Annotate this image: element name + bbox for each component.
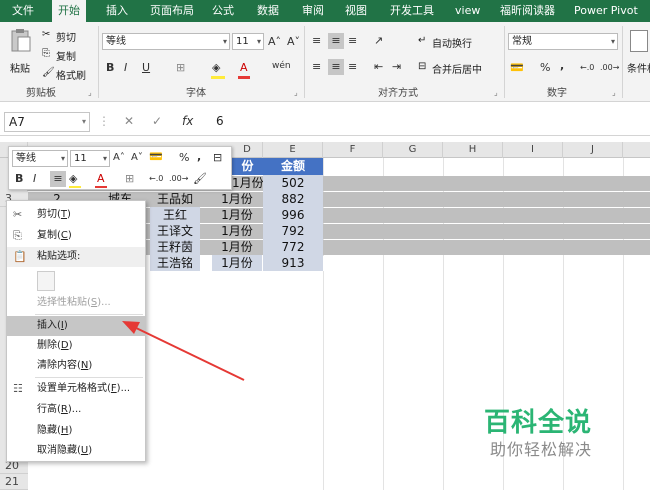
watermark-subtitle: 助你轻松解决 — [490, 440, 593, 459]
watermark-title: 百科全说 — [484, 408, 593, 438]
